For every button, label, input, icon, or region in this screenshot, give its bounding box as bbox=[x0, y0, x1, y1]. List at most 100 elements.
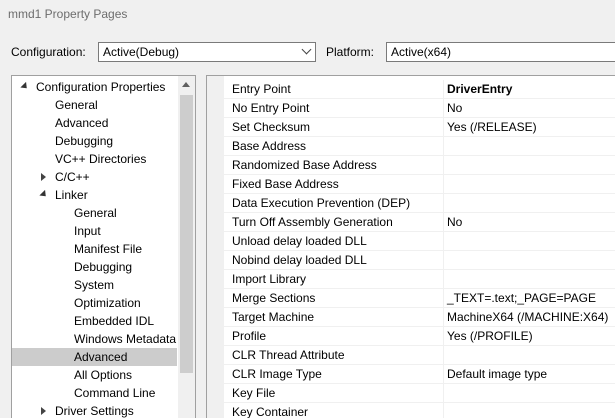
property-row[interactable]: CLR Image Type Default image type bbox=[224, 365, 615, 384]
tree-item-linker[interactable]: Linker bbox=[12, 186, 177, 204]
tree-item-c-cpp[interactable]: C/C++ bbox=[12, 168, 177, 186]
column-divider bbox=[443, 175, 444, 194]
tree-item-label: System bbox=[74, 278, 115, 292]
property-value[interactable]: No bbox=[447, 99, 462, 117]
tree-item-linker-advanced[interactable]: Advanced bbox=[12, 348, 177, 366]
property-row[interactable]: Key File bbox=[224, 384, 615, 403]
tree-item-label: Command Line bbox=[74, 386, 156, 400]
tree-item-label: Debugging bbox=[74, 260, 133, 274]
expand-arrow-icon[interactable] bbox=[41, 407, 46, 415]
property-grid[interactable]: Entry Point DriverEntry No Entry Point No … bbox=[206, 75, 615, 418]
property-row[interactable]: Data Execution Prevention (DEP) bbox=[224, 194, 615, 213]
collapse-arrow-icon[interactable] bbox=[39, 189, 49, 200]
tree-item-linker-manifest-file[interactable]: Manifest File bbox=[12, 240, 177, 258]
property-tree[interactable]: Configuration Properties General Advance… bbox=[11, 75, 196, 418]
tree-item-label: Manifest File bbox=[74, 242, 143, 256]
property-row[interactable]: Merge Sections _TEXT=.text;_PAGE=PAGE bbox=[224, 289, 615, 308]
tree-item-linker-system[interactable]: System bbox=[12, 276, 177, 294]
property-row[interactable]: Base Address bbox=[224, 137, 615, 156]
tree-item-vc-directories[interactable]: VC++ Directories bbox=[12, 150, 177, 168]
property-value[interactable]: DriverEntry bbox=[447, 80, 512, 98]
property-row[interactable]: Randomized Base Address bbox=[224, 156, 615, 175]
property-row[interactable]: Target Machine MachineX64 (/MACHINE:X64) bbox=[224, 308, 615, 327]
tree-item-label: VC++ Directories bbox=[55, 152, 147, 166]
property-value[interactable]: Yes (/RELEASE) bbox=[447, 118, 537, 136]
tree-item-label: General bbox=[55, 98, 98, 112]
expand-arrow-icon[interactable] bbox=[41, 173, 46, 181]
property-name: CLR Image Type bbox=[232, 367, 322, 381]
property-value[interactable]: MachineX64 (/MACHINE:X64) bbox=[447, 308, 608, 326]
tree-item-general[interactable]: General bbox=[12, 96, 177, 114]
configuration-dropdown[interactable]: Active(Debug) bbox=[98, 42, 316, 62]
column-divider bbox=[443, 99, 444, 118]
tree-item-label: Optimization bbox=[74, 296, 141, 310]
column-divider bbox=[443, 232, 444, 251]
property-name: CLR Thread Attribute bbox=[232, 348, 345, 362]
column-divider bbox=[443, 213, 444, 232]
property-name: Turn Off Assembly Generation bbox=[232, 215, 393, 229]
property-row[interactable]: Fixed Base Address bbox=[224, 175, 615, 194]
property-row[interactable]: Nobind delay loaded DLL bbox=[224, 251, 615, 270]
configuration-value: Active(Debug) bbox=[103, 45, 180, 59]
tree-item-label: C/C++ bbox=[55, 170, 90, 184]
property-value[interactable]: _TEXT=.text;_PAGE=PAGE bbox=[447, 289, 596, 307]
tree-item-linker-general[interactable]: General bbox=[12, 204, 177, 222]
scrollbar-thumb[interactable] bbox=[180, 95, 193, 373]
collapse-arrow-icon[interactable] bbox=[20, 81, 30, 92]
tree-item-linker-debugging[interactable]: Debugging bbox=[12, 258, 177, 276]
property-value[interactable]: No bbox=[447, 213, 462, 231]
property-name: Target Machine bbox=[232, 310, 315, 324]
column-divider bbox=[443, 365, 444, 384]
property-name: Data Execution Prevention (DEP) bbox=[232, 196, 411, 210]
property-value[interactable]: Yes (/PROFILE) bbox=[447, 327, 533, 345]
tree-item-debugging[interactable]: Debugging bbox=[12, 132, 177, 150]
tree-item-label: Linker bbox=[55, 188, 88, 202]
property-row[interactable]: Entry Point DriverEntry bbox=[224, 80, 615, 99]
property-row[interactable]: Import Library bbox=[224, 270, 615, 289]
column-divider bbox=[443, 156, 444, 175]
tree-item-linker-optimization[interactable]: Optimization bbox=[12, 294, 177, 312]
configuration-label: Configuration: bbox=[11, 45, 86, 59]
tree-item-linker-embedded-idl[interactable]: Embedded IDL bbox=[12, 312, 177, 330]
property-name: No Entry Point bbox=[232, 101, 310, 115]
property-row[interactable]: CLR Thread Attribute bbox=[224, 346, 615, 365]
property-name: Randomized Base Address bbox=[232, 158, 377, 172]
scroll-up-arrow-icon[interactable] bbox=[182, 82, 190, 87]
tree-item-linker-all-options[interactable]: All Options bbox=[12, 366, 177, 384]
tree-item-label: Input bbox=[74, 224, 101, 238]
tree-item-advanced[interactable]: Advanced bbox=[12, 114, 177, 132]
tree-item-linker-input[interactable]: Input bbox=[12, 222, 177, 240]
grid-gutter bbox=[207, 76, 224, 418]
column-divider bbox=[443, 270, 444, 289]
property-row[interactable]: Set Checksum Yes (/RELEASE) bbox=[224, 118, 615, 137]
tree-item-linker-command-line[interactable]: Command Line bbox=[12, 384, 177, 402]
property-value[interactable]: Default image type bbox=[447, 365, 547, 383]
column-divider bbox=[443, 137, 444, 156]
tree-item-label: All Options bbox=[74, 368, 133, 382]
platform-dropdown[interactable]: Active(x64) bbox=[386, 42, 615, 62]
tree-item-driver-settings[interactable]: Driver Settings bbox=[12, 402, 177, 418]
tree-item-label: Debugging bbox=[55, 134, 114, 148]
column-divider bbox=[443, 308, 444, 327]
column-divider bbox=[443, 384, 444, 403]
tree-item-label: Windows Metadata bbox=[74, 332, 177, 346]
platform-label: Platform: bbox=[326, 45, 375, 59]
column-divider bbox=[443, 80, 444, 99]
tree-item-label: Advanced bbox=[74, 350, 128, 364]
property-row[interactable]: No Entry Point No bbox=[224, 99, 615, 118]
property-row[interactable]: Turn Off Assembly Generation No bbox=[224, 213, 615, 232]
platform-value: Active(x64) bbox=[391, 45, 452, 59]
tree-item-label: Driver Settings bbox=[55, 404, 134, 418]
chevron-down-icon bbox=[301, 44, 312, 55]
tree-item-label: General bbox=[74, 206, 117, 220]
property-name: Profile bbox=[232, 329, 267, 343]
tree-item-linker-windows-metadata[interactable]: Windows Metadata bbox=[12, 330, 177, 348]
property-row[interactable]: Profile Yes (/PROFILE) bbox=[224, 327, 615, 346]
column-divider bbox=[443, 346, 444, 365]
property-row[interactable]: Key Container bbox=[224, 403, 615, 418]
window-title: mmd1 Property Pages bbox=[8, 7, 128, 21]
tree-item-configuration-properties[interactable]: Configuration Properties bbox=[12, 78, 177, 96]
property-row[interactable]: Unload delay loaded DLL bbox=[224, 232, 615, 251]
tree-item-label: Advanced bbox=[55, 116, 109, 130]
tree-scrollbar[interactable] bbox=[178, 76, 195, 418]
